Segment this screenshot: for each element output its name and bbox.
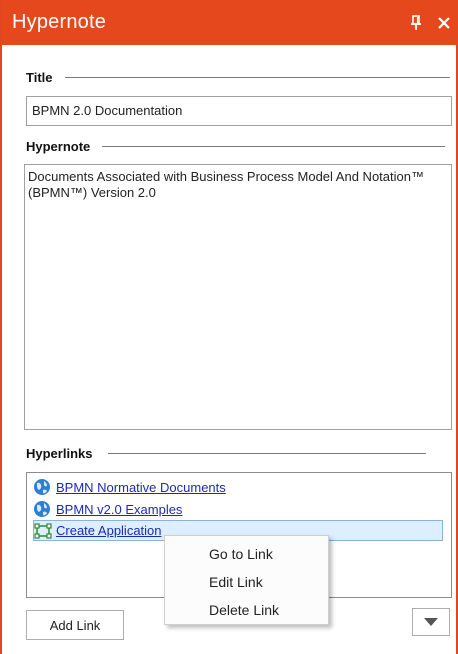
diagram-icon xyxy=(34,522,52,539)
globe-icon xyxy=(34,501,50,517)
menu-item-edit-link[interactable]: Edit Link xyxy=(165,568,328,596)
hypernote-panel: Hypernote Title BPMN 2.0 Documentation H… xyxy=(0,0,458,654)
list-item[interactable]: BPMN Normative Documents xyxy=(33,477,226,497)
globe-icon xyxy=(34,479,50,495)
title-input[interactable]: BPMN 2.0 Documentation xyxy=(26,96,452,126)
list-item[interactable]: BPMN v2.0 Examples xyxy=(33,499,182,519)
pin-icon[interactable] xyxy=(408,13,424,33)
title-divider xyxy=(64,77,450,78)
title-section-label: Title xyxy=(26,70,450,85)
menu-item-delete-link[interactable]: Delete Link xyxy=(165,596,328,624)
hypernote-textarea[interactable]: Documents Associated with Business Proce… xyxy=(24,164,452,430)
hyperlinks-divider xyxy=(108,453,427,454)
menu-item-go-to-link[interactable]: Go to Link xyxy=(165,540,328,568)
dropdown-button[interactable] xyxy=(412,608,450,636)
title-bar: Hypernote xyxy=(2,0,458,45)
add-link-button[interactable]: Add Link xyxy=(26,610,124,640)
window-controls xyxy=(408,13,458,33)
chevron-down-icon xyxy=(424,618,438,626)
window-title: Hypernote xyxy=(12,11,107,33)
hypernote-divider xyxy=(102,146,446,147)
hypernote-section-label: Hypernote xyxy=(26,139,446,154)
context-menu: Go to Link Edit Link Delete Link xyxy=(164,535,329,625)
close-icon[interactable] xyxy=(436,13,452,33)
hyperlinks-section-label: Hyperlinks xyxy=(26,446,427,461)
